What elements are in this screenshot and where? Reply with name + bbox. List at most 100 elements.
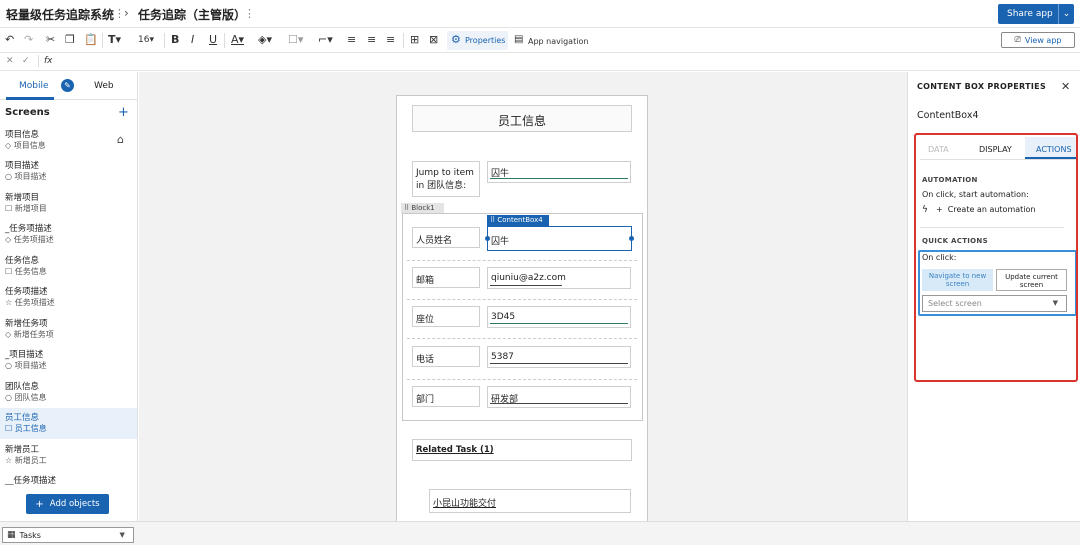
related-task-box[interactable]: Related Task (1) — [412, 439, 632, 461]
add-objects-button[interactable]: + Add objects — [26, 494, 109, 514]
border-style-icon[interactable]: ⌐▾ — [318, 33, 333, 47]
field-label-box[interactable]: 电话 — [412, 346, 480, 367]
align-right-icon[interactable]: ≡ — [386, 33, 395, 47]
shield-icon: ◇ — [5, 235, 12, 244]
cancel-icon[interactable]: ✕ — [6, 56, 14, 66]
screen-sub: ☆ 新增员工 — [5, 456, 47, 465]
app-navigation-button[interactable]: App navigation — [528, 35, 588, 49]
align-left-icon[interactable]: ≡ — [347, 33, 356, 47]
screen-item[interactable]: 任务信息 ☐ 任务信息 — [0, 251, 137, 282]
task-item-box[interactable]: 小昆山功能交付 — [429, 489, 631, 513]
tab-mobile[interactable]: Mobile — [19, 81, 49, 91]
screen-item[interactable]: 项目描述 ○ 项目描述 — [0, 156, 137, 187]
edit-icon[interactable]: ✎ — [61, 79, 74, 92]
field-value-box[interactable]: qiuniu@a2z.com — [487, 267, 631, 289]
field-value-box[interactable]: 3D45 — [487, 306, 631, 328]
view-app-label: View app — [1024, 35, 1062, 45]
resize-handle-right[interactable] — [629, 236, 634, 241]
content-box-selected[interactable]: 囚牛 — [485, 226, 634, 251]
field-label: 电话 — [416, 355, 435, 365]
page-name[interactable]: 任务追踪（主管版） — [138, 6, 246, 23]
screen-item[interactable]: __任务项描述 — [0, 471, 137, 485]
field-label-box[interactable]: 邮箱 — [412, 267, 480, 288]
undo-icon[interactable]: ↶ — [5, 33, 14, 47]
font-color-icon[interactable]: A▾ — [231, 33, 244, 47]
view-app-button[interactable]: ⎚ View app — [1001, 32, 1075, 48]
screen-sub: ◇ 任务项描述 — [5, 235, 54, 244]
circle-icon: ○ — [5, 361, 12, 370]
formula-divider — [38, 55, 39, 67]
row-divider — [407, 379, 637, 380]
screen-name: 新增员工 — [5, 445, 40, 455]
resize-handle-left[interactable] — [485, 236, 490, 241]
confirm-icon[interactable]: ✓ — [22, 56, 30, 66]
font-size-value: 16 — [138, 35, 150, 45]
screen-item[interactable]: _任务项描述 ◇ 任务项描述 — [0, 219, 137, 250]
bold-icon[interactable]: B — [171, 33, 179, 47]
content-box-tag[interactable]: ⠿ ContentBox4 — [487, 215, 549, 226]
tab-web[interactable]: Web — [94, 81, 114, 91]
properties-button[interactable]: ⚙ Properties — [447, 31, 508, 50]
screen-name: 团队信息 — [5, 382, 40, 392]
screen-name: 项目描述 — [5, 161, 40, 171]
jump-picker[interactable]: 囚牛 — [487, 161, 631, 183]
panel-title: CONTENT BOX PROPERTIES — [917, 82, 1047, 91]
page-more-icon[interactable]: ⋮ — [244, 7, 255, 20]
circle-icon: ○ — [5, 172, 12, 181]
monitor-icon: ⎚ — [1014, 35, 1021, 44]
group-icon[interactable]: ⊞ — [410, 33, 419, 47]
screen-item[interactable]: 新增员工 ☆ 新增员工 — [0, 440, 137, 471]
screen-item[interactable]: 团队信息 ○ 团队信息 — [0, 377, 137, 408]
tab-active-indicator — [6, 97, 54, 100]
align-center-icon[interactable]: ≡ — [367, 33, 376, 47]
screen-name: 项目信息 — [5, 130, 40, 140]
font-size-select[interactable]: 16▾ — [138, 33, 154, 47]
screen-sub: ◇ 新增任务项 — [5, 330, 54, 339]
field-underline — [490, 178, 628, 179]
header-box[interactable]: 员工信息 — [412, 105, 632, 132]
add-objects-label: Add objects — [49, 499, 100, 509]
field-value-box[interactable]: 5387 — [487, 346, 631, 368]
gear-icon: ⚙ — [451, 33, 461, 46]
cut-icon[interactable]: ✂ — [46, 33, 55, 47]
actions-highlight — [914, 133, 1078, 382]
screen-item[interactable]: _项目描述 ○ 项目描述 — [0, 345, 137, 376]
screen-item-selected[interactable]: 员工信息 ☐ 员工信息 — [0, 408, 137, 439]
field-label-box[interactable]: 人员姓名 — [412, 227, 480, 248]
border-color-icon[interactable]: ☐▾ — [288, 33, 303, 47]
chevron-down-icon[interactable]: ⌄ — [1058, 4, 1074, 24]
screen-sub: ○ 项目描述 — [5, 361, 47, 370]
screen-name: _项目描述 — [5, 350, 44, 360]
field-underline — [490, 403, 628, 404]
block-label: Block1 — [411, 204, 435, 212]
paste-icon[interactable]: 📋 — [84, 33, 98, 47]
redo-icon[interactable]: ↷ — [24, 33, 33, 47]
font-icon[interactable]: T▾ — [108, 33, 121, 47]
app-name[interactable]: 轻量级任务追踪系统 — [6, 6, 114, 23]
field-label: 人员姓名 — [416, 236, 453, 246]
fill-color-icon[interactable]: ◈▾ — [258, 33, 272, 47]
toolbar: ↶ ↷ ✂ ❐ 📋 T▾ 16▾ B I U A▾ ◈▾ ☐▾ ⌐▾ ≡ ≡ ≡… — [0, 28, 1080, 53]
field-label-box[interactable]: 部门 — [412, 386, 480, 407]
field-label-box[interactable]: 座位 — [412, 306, 480, 327]
screen-item[interactable]: 任务项描述 ☆ 任务项描述 — [0, 282, 137, 313]
field-value-box[interactable]: 研发部 — [487, 386, 631, 408]
copy-icon[interactable]: ❐ — [65, 33, 75, 47]
add-screen-icon[interactable]: + — [118, 105, 129, 120]
ungroup-icon[interactable]: ⊠ — [429, 33, 438, 47]
screen-name: 新增项目 — [5, 193, 40, 203]
field-value: qiuniu@a2z.com — [491, 273, 566, 283]
tasks-label: Tasks — [19, 530, 41, 540]
screen-sub: ○ 项目描述 — [5, 172, 47, 181]
tasks-dropdown[interactable]: ▦ Tasks ▼ — [2, 527, 134, 543]
underline-icon[interactable]: U — [209, 33, 217, 47]
square-icon: ☐ — [5, 204, 13, 213]
close-icon[interactable]: ✕ — [1061, 80, 1070, 93]
share-app-button[interactable]: Share app ⌄ — [998, 4, 1074, 24]
app-navigation-icon[interactable]: ▤ — [514, 33, 523, 47]
jump-label-box[interactable]: Jump to item in 团队信息: — [412, 161, 480, 197]
italic-icon[interactable]: I — [191, 33, 194, 47]
fx-label: fx — [44, 56, 53, 66]
screen-item[interactable]: 新增任务项 ◇ 新增任务项 — [0, 314, 137, 345]
screen-item[interactable]: 新增项目 ☐ 新增项目 — [0, 188, 137, 219]
